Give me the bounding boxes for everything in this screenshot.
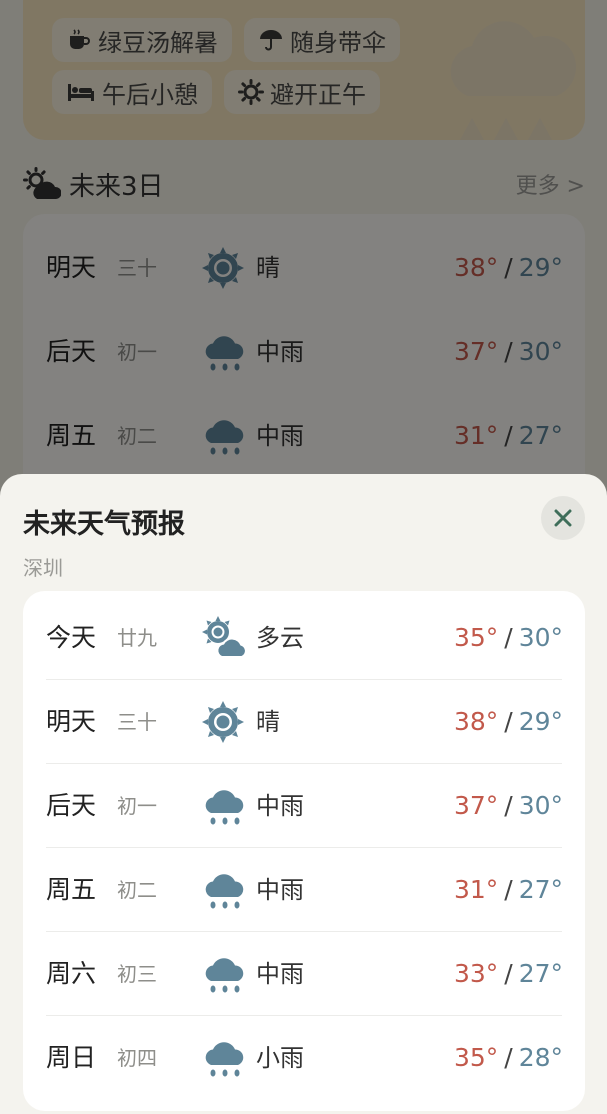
list-item[interactable]: 周五 初二 中雨 31°/27° <box>23 848 585 932</box>
condition-label: 中雨 <box>256 960 304 988</box>
rain-icon <box>205 790 244 825</box>
day-label: 后天 <box>46 791 97 820</box>
high-temp: 37° <box>453 791 499 820</box>
close-button[interactable] <box>541 496 585 540</box>
lunar-date: 三十 <box>117 710 157 734</box>
close-icon <box>554 509 572 527</box>
lunar-date: 初一 <box>117 794 157 818</box>
lunar-date: 初二 <box>117 878 157 902</box>
rain-icon <box>205 958 244 993</box>
temperature-range: 31°/27° <box>453 875 563 904</box>
temperature-range: 35°/30° <box>453 623 563 652</box>
condition-label: 小雨 <box>256 1044 304 1072</box>
condition-label: 多云 <box>256 624 304 652</box>
forecast-list: 今天 廿九 多云 35°/30° 明天 三十 晴 38° / 29° 后天 初一… <box>23 591 585 1111</box>
day-label: 周六 <box>46 959 97 988</box>
condition-label: 中雨 <box>256 792 304 820</box>
condition-label: 中雨 <box>256 876 304 904</box>
low-temp: 27° <box>518 959 563 988</box>
forecast-bottom-sheet: 未来天气预报 深圳 今天 廿九 多云 35°/30° 明天 三十 晴 38° /… <box>0 474 607 1114</box>
condition-label: 晴 <box>256 708 280 736</box>
low-temp: 28° <box>518 1043 563 1072</box>
day-label: 明天 <box>46 707 97 736</box>
city-name: 深圳 <box>23 556 63 580</box>
sun-icon <box>202 701 244 743</box>
list-item[interactable]: 周六 初三 中雨 33°/27° <box>23 932 585 1016</box>
lunar-date: 初三 <box>117 962 157 986</box>
temperature-range: 35°/28° <box>453 1043 563 1072</box>
list-item[interactable]: 周日 初四 小雨 35°/28° <box>23 1016 585 1100</box>
temperature-range: 38°/29° <box>453 707 563 736</box>
low-temp: 27° <box>518 875 563 904</box>
day-label: 今天 <box>46 623 97 652</box>
partly-cloudy-icon <box>202 616 247 656</box>
temperature-range: 33°/27° <box>453 959 563 988</box>
rain-icon <box>205 874 244 909</box>
day-label: 周五 <box>46 875 97 904</box>
high-temp: 35° <box>453 623 499 652</box>
lunar-date: 初四 <box>117 1046 157 1070</box>
low-temp: 29° <box>518 707 563 736</box>
list-item[interactable]: 今天 廿九 多云 35°/30° <box>23 596 585 680</box>
sheet-title: 未来天气预报 <box>23 509 185 540</box>
high-temp: 35° <box>453 1043 499 1072</box>
rain-icon <box>205 1042 244 1077</box>
high-temp: 38° <box>453 707 499 736</box>
low-temp: 30° <box>518 791 563 820</box>
low-temp: 30° <box>518 623 563 652</box>
lunar-date: 廿九 <box>117 626 157 650</box>
high-temp: 31° <box>453 875 499 904</box>
temperature-range: 37°/30° <box>453 791 563 820</box>
list-item[interactable]: 明天 三十 晴 38°/29° <box>23 680 585 764</box>
high-temp: 33° <box>453 959 499 988</box>
day-label: 周日 <box>46 1043 97 1072</box>
list-item[interactable]: 后天 初一 中雨 37°/30° <box>23 764 585 848</box>
